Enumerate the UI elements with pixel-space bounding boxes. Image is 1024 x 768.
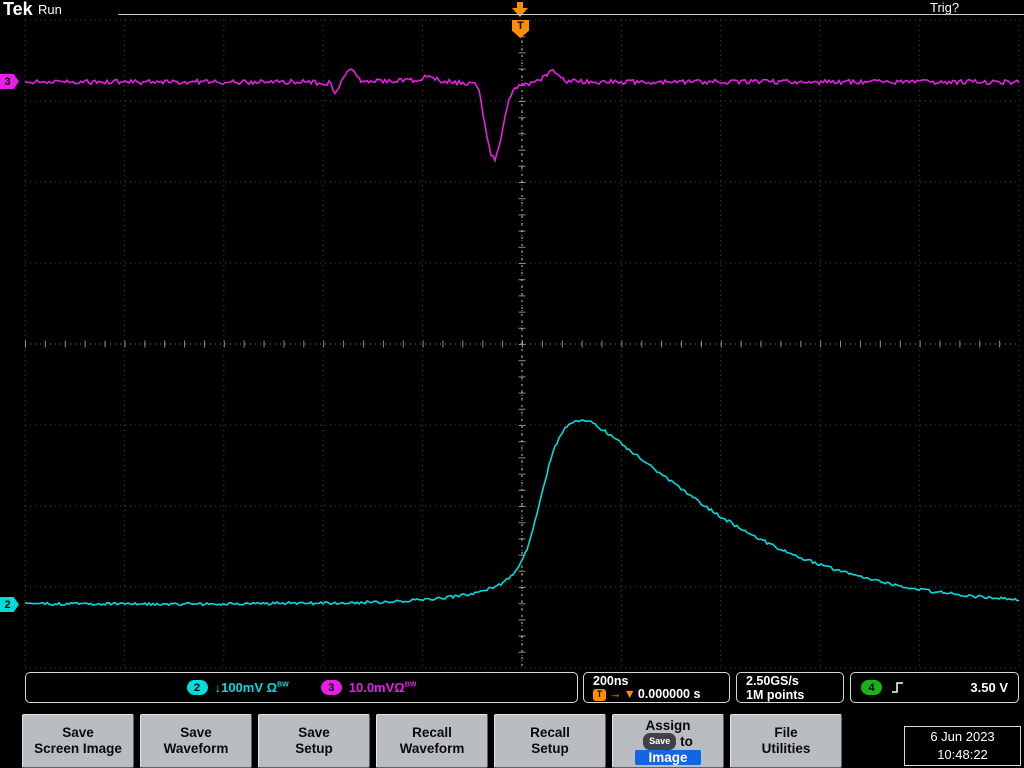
tek-logo: Tek [3,0,33,19]
ch3-badge[interactable]: 3 [320,680,342,695]
file-utilities-button[interactable]: File Utilities [730,714,842,768]
save-mini-badge: Save [643,732,677,750]
trigger-status: Trig? [930,0,960,15]
image-highlight: Image [635,749,701,765]
trigger-arrow-icon: → [609,687,622,701]
datetime-display: 6 Jun 2023 10:48:22 [904,726,1021,766]
rising-edge-icon [892,682,903,693]
trigger-readout[interactable]: 4 3.50 V [850,672,1019,703]
recall-waveform-button[interactable]: Recall Waveform [376,714,488,768]
acquisition-status: Run [38,2,62,17]
save-setup-button[interactable]: Save Setup [258,714,370,768]
scope-screen: Tek Run Trig? T 3 2 2 ↓100mV ΩBW 3 10.0m… [0,0,1024,768]
sample-rate-readout: 2.50GS/s [746,674,799,688]
top-divider [118,14,1024,15]
save-waveform-button[interactable]: Save Waveform [140,714,252,768]
waveform-display [24,2,1020,669]
trigger-level-readout: 3.50 V [970,680,1008,695]
trigger-marker-icon: ▼ [623,687,636,701]
assign-save-to-image-button[interactable]: Assign Save to Image [612,714,724,768]
ch2-scale-readout: ↓100mV ΩBW [214,680,289,695]
save-screen-image-button[interactable]: Save Screen Image [22,714,134,768]
acquisition-readout[interactable]: 2.50GS/s 1M points [736,672,844,703]
date-text: 6 Jun 2023 [930,729,995,744]
trigger-position-readout: 0.000000 s [637,687,701,701]
ch3-scale-readout: 10.0mVΩBW [348,680,417,695]
horizontal-readout[interactable]: 200ns T → ▼ 0.000000 s [583,672,730,703]
record-length-readout: 1M points [746,688,805,702]
time-text: 10:48:22 [937,747,988,762]
channel-readouts[interactable]: 2 ↓100mV ΩBW 3 10.0mVΩBW [25,672,578,703]
trigger-source-badge[interactable]: 4 [861,680,882,695]
timebase-readout: 200ns [593,674,629,688]
trigger-t-icon: T [593,688,606,701]
recall-setup-button[interactable]: Recall Setup [494,714,606,768]
ch2-badge[interactable]: 2 [186,680,208,695]
